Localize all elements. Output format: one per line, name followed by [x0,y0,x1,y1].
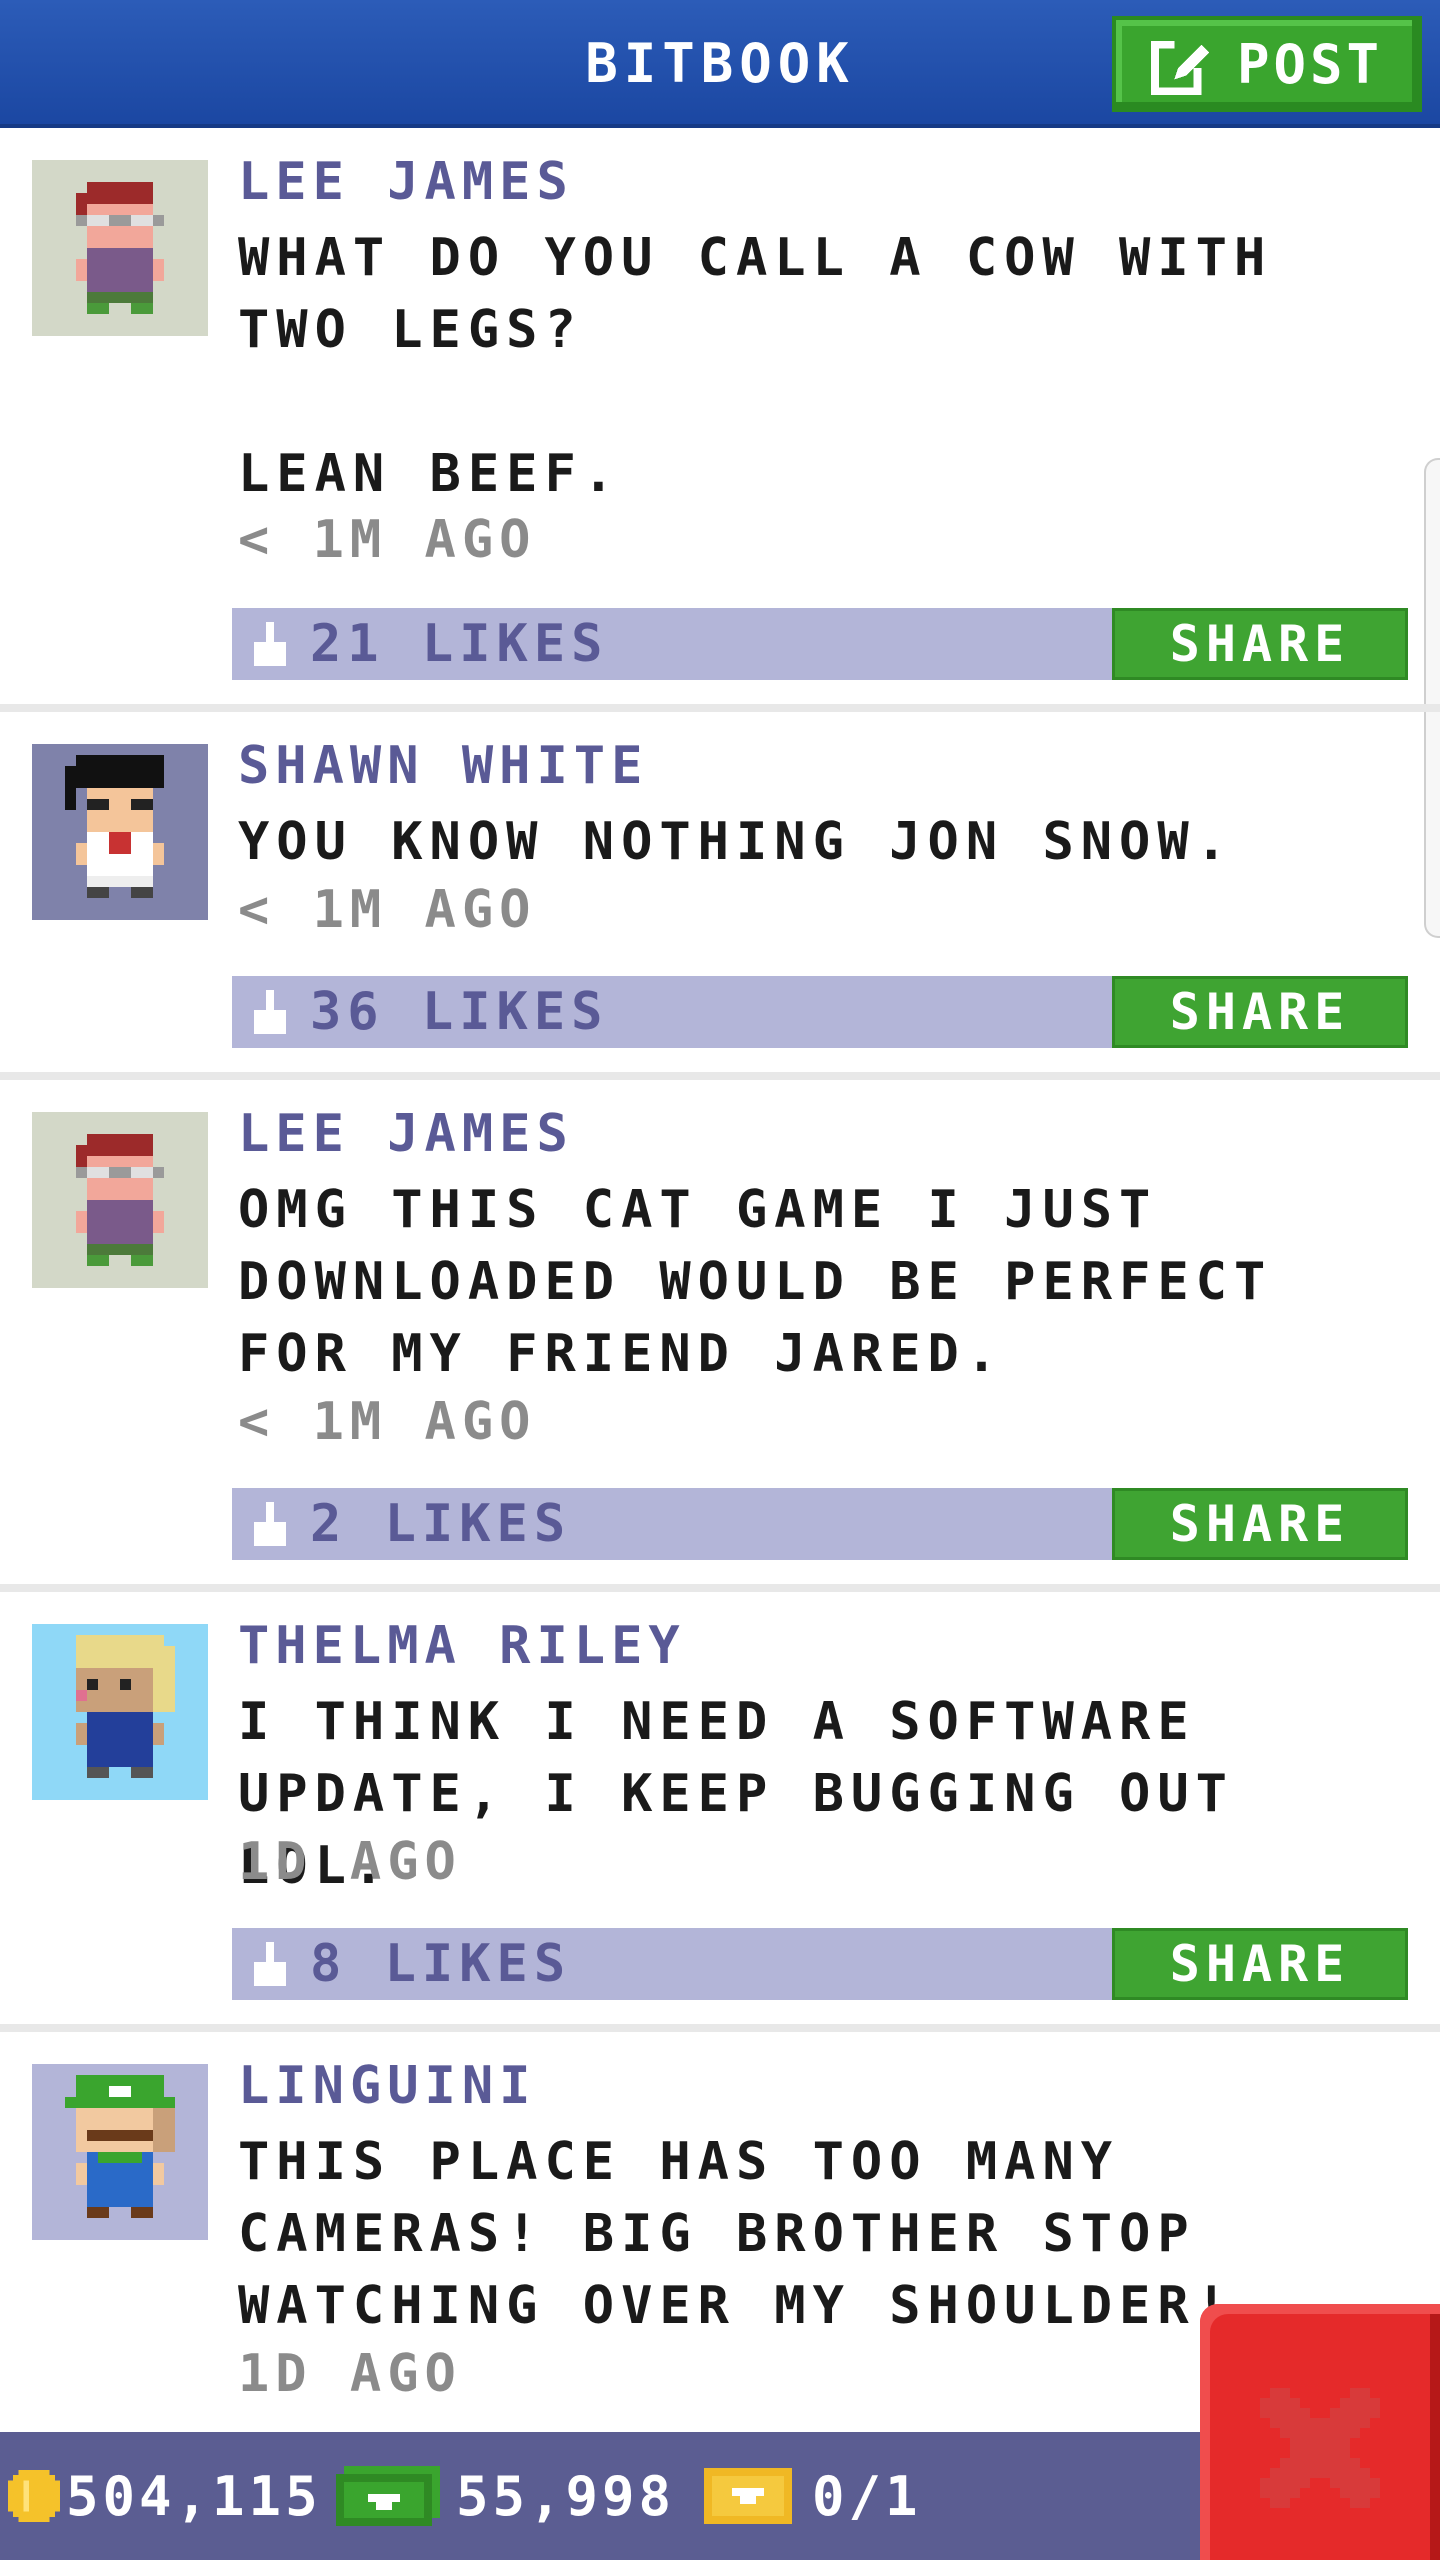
post-author[interactable]: THELMA RILEY [238,1616,686,1676]
post-message: WHAT DO YOU CALL A COW WITH TWO LEGS? LE… [238,228,1273,504]
post-item: LEE JAMES WHAT DO YOU CALL A COW WITH TW… [0,128,1440,704]
share-button[interactable]: SHARE [1112,1928,1408,2000]
avatar[interactable] [32,160,208,336]
bux-value: 55,998 [456,2464,676,2528]
post-time: 1D AGO [238,2344,462,2404]
thumbs-up-icon[interactable] [250,990,290,1034]
bux-icon [336,2466,440,2526]
likes-count: 36 LIKES [310,982,609,1042]
coins-value: 504,115 [66,2464,322,2528]
share-button[interactable]: SHARE [1112,1488,1408,1560]
app-header: BITBOOK POST [0,0,1440,128]
post-button[interactable]: POST [1112,16,1422,112]
post-time: < 1M AGO [238,510,537,570]
thumbs-up-icon[interactable] [250,1942,290,1986]
tickets-value: 0/1 [812,2464,922,2528]
tickets-stat: 0/1 [704,2432,922,2560]
likes-bar: 8 LIKES SHARE [232,1928,1408,2000]
likes-bar: 2 LIKES SHARE [232,1488,1408,1560]
divider [0,2024,1440,2032]
coins-stat: 504,115 [8,2432,322,2560]
divider [0,704,1440,712]
divider [0,1072,1440,1080]
divider [0,1584,1440,1592]
coin-icon [8,2470,60,2522]
ticket-icon [704,2468,792,2524]
share-button[interactable]: SHARE [1112,976,1408,1048]
post-time: 1D AGO [238,1832,462,1892]
post-item: THELMA RILEY I THINK I NEED A SOFTWARE U… [0,1592,1440,2024]
post-author[interactable]: LEE JAMES [238,152,574,212]
post-button-label: POST [1236,32,1384,96]
close-icon [1260,2388,1380,2508]
post-item: SHAWN WHITE YOU KNOW NOTHING JON SNOW. <… [0,712,1440,1072]
likes-bar: 21 LIKES SHARE [232,608,1408,680]
likes-count: 8 LIKES [310,1934,572,1994]
post-time: < 1M AGO [238,1392,537,1452]
avatar[interactable] [32,2064,208,2240]
post-message: OMG THIS CAT GAME I JUST DOWNLOADED WOUL… [238,1180,1273,1384]
post-message: YOU KNOW NOTHING JON SNOW. [238,812,1234,872]
close-button[interactable] [1200,2304,1440,2560]
edit-icon [1150,36,1210,95]
post-item: LEE JAMES OMG THIS CAT GAME I JUST DOWNL… [0,1080,1440,1584]
post-time: < 1M AGO [238,880,537,940]
post-author[interactable]: LEE JAMES [238,1104,574,1164]
bux-stat: 55,998 [336,2432,675,2560]
likes-bar: 36 LIKES SHARE [232,976,1408,1048]
post-author[interactable]: LINGUINI [238,2056,536,2116]
avatar[interactable] [32,1624,208,1800]
thumbs-up-icon[interactable] [250,622,290,666]
share-button[interactable]: SHARE [1112,608,1408,680]
likes-count: 2 LIKES [310,1494,572,1554]
post-author[interactable]: SHAWN WHITE [238,736,648,796]
avatar[interactable] [32,1112,208,1288]
likes-count: 21 LIKES [310,614,609,674]
avatar[interactable] [32,744,208,920]
thumbs-up-icon[interactable] [250,1502,290,1546]
